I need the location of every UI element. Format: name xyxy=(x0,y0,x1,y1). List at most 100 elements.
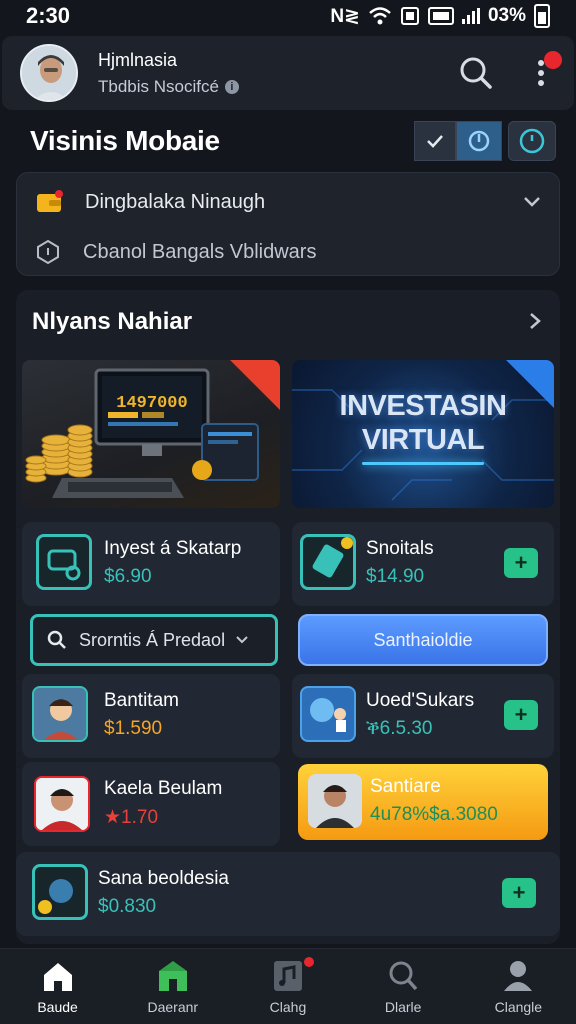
nav-item-profile[interactable]: Clangle xyxy=(468,959,568,1015)
wifi-icon xyxy=(369,7,391,25)
card-title: Bantitam xyxy=(104,690,179,711)
filter-label-secondary: Cbanol Bangals Vblidwars xyxy=(83,240,317,263)
compass-icon xyxy=(468,130,490,152)
card-title: Uoed'Sukars xyxy=(366,690,475,711)
card-title: Inyest á Skatarp xyxy=(104,538,242,559)
music-icon xyxy=(273,960,302,991)
banner-amount: 1497000 xyxy=(116,394,188,413)
nav-label: Daeranr xyxy=(147,998,199,1015)
network-indicator: N≷ xyxy=(330,5,360,27)
card-title: Sana beoldesia xyxy=(98,868,229,889)
chevron-down-icon xyxy=(236,636,248,644)
section-title: Nlyans Nahiar xyxy=(32,308,193,335)
battery-percent: 03% xyxy=(487,5,526,26)
filter-label-primary: Dingbalaka Ninaugh xyxy=(85,190,266,213)
signal-icon xyxy=(461,8,480,24)
profile-name: Hjmlnasia xyxy=(98,49,178,70)
product-card[interactable]: Inyest á Skatarp $6.90 xyxy=(22,522,280,606)
filter-row-primary[interactable]: Dingbalaka Ninaugh xyxy=(35,177,541,227)
profile-info: Hjmlnasia Tbdbis Nsocifcé i xyxy=(98,50,456,97)
product-card[interactable]: Bantitam $1.590 xyxy=(22,674,280,758)
view-toggle xyxy=(414,121,556,161)
search-label: Srorntis Á Predaol xyxy=(79,629,226,650)
notification-badge xyxy=(303,956,314,967)
card-title: Snoitals xyxy=(366,538,434,559)
chevron-right-icon[interactable] xyxy=(524,310,546,332)
card-price: $0.830 xyxy=(98,896,157,917)
nav-label: Clangle xyxy=(494,998,543,1015)
grid-view-button[interactable] xyxy=(456,121,502,161)
filter-row-secondary[interactable]: Cbanol Bangals Vblidwars xyxy=(35,227,541,277)
nav-label: Dlarle xyxy=(384,998,422,1015)
globe-icon xyxy=(32,864,88,920)
avatar-photo xyxy=(32,686,88,742)
card-price: ቕ6.5.30 xyxy=(366,718,433,739)
banner-title-line2: VIRTUAL xyxy=(361,424,485,456)
robot-icon xyxy=(300,686,356,742)
card-title: Kaela Beulam xyxy=(104,778,223,799)
more-menu-button[interactable] xyxy=(526,51,562,93)
product-card[interactable]: Kaela Beulam ★1.70 xyxy=(22,762,280,846)
profile-icon xyxy=(504,960,533,991)
primary-action-button[interactable]: Santhaioldie xyxy=(298,614,548,666)
banner-corner-badge xyxy=(230,360,280,410)
check-icon xyxy=(427,135,443,148)
sim-icon xyxy=(400,7,419,25)
bottom-navigation: Baude Daeranr Clahg Dlarle Clangle xyxy=(0,948,576,1024)
piggy-icon xyxy=(36,534,92,590)
nav-item-store[interactable]: Daeranr xyxy=(123,959,223,1015)
chevron-down-icon xyxy=(524,197,540,207)
card-price: $6.90 xyxy=(104,566,152,587)
status-time: 2:30 xyxy=(26,3,71,28)
banner-glow-line xyxy=(362,462,484,465)
banner-investasin[interactable]: INVESTASIN VIRTUAL xyxy=(292,360,554,508)
check-view-button[interactable] xyxy=(414,121,456,161)
add-button[interactable]: + xyxy=(504,548,538,578)
nav-item-music[interactable]: Clahg xyxy=(238,956,338,1015)
nav-label: Baude xyxy=(37,998,78,1015)
avatar-photo xyxy=(34,776,90,832)
product-card[interactable]: Sana beoldesia $0.830 + xyxy=(16,852,560,936)
avatar-photo xyxy=(308,774,362,828)
search-icon[interactable] xyxy=(456,53,496,93)
nav-item-search[interactable]: Dlarle xyxy=(353,959,453,1015)
search-icon xyxy=(47,630,66,649)
status-bar: 2:30 N≷ 03% xyxy=(0,0,576,32)
timer-icon xyxy=(519,128,545,154)
card-price: ★1.70 xyxy=(104,807,159,828)
timer-button[interactable] xyxy=(508,121,556,161)
store-icon xyxy=(158,960,187,991)
profile-subtitle-text: Tbdbis Nsocifcé xyxy=(98,76,219,96)
banner-computer-coins[interactable]: 1497000 xyxy=(22,360,280,508)
product-section: Nlyans Nahiar 1497000 INVESTASIN VIRTUAL… xyxy=(16,290,560,944)
add-button[interactable]: + xyxy=(504,700,538,730)
profile-subtitle: Tbdbis Nsocifcé i xyxy=(98,77,456,97)
ticket-icon xyxy=(300,534,356,590)
home-icon xyxy=(43,962,72,991)
data-icon xyxy=(427,7,454,25)
wallet-icon xyxy=(37,190,63,212)
card-price: 4u78%$a.3080 xyxy=(370,804,498,825)
status-indicators: N≷ 03% xyxy=(330,4,550,28)
search-icon xyxy=(389,961,418,990)
info-icon[interactable]: i xyxy=(224,79,239,94)
nav-label: Clahg xyxy=(269,998,307,1015)
filter-card: Dingbalaka Ninaugh Cbanol Bangals Vblidw… xyxy=(16,172,560,276)
notification-badge xyxy=(544,51,562,69)
add-button[interactable]: + xyxy=(502,878,536,908)
card-price: $14.90 xyxy=(366,566,425,587)
nav-item-home[interactable]: Baude xyxy=(8,959,108,1015)
avatar[interactable] xyxy=(20,44,78,102)
banner-corner-badge xyxy=(506,360,554,408)
search-input[interactable]: Srorntis Á Predaol xyxy=(30,614,278,666)
product-card[interactable]: Uoed'Sukars ቕ6.5.30 + xyxy=(292,674,554,758)
shield-icon xyxy=(37,239,59,265)
battery-icon xyxy=(534,4,550,28)
card-price: $1.590 xyxy=(104,718,163,739)
app-header: Hjmlnasia Tbdbis Nsocifcé i xyxy=(2,36,574,110)
page-title: Visinis Mobaie xyxy=(30,125,220,156)
page-title-row: Visinis Mobaie xyxy=(30,118,556,164)
card-title: Santiare xyxy=(370,776,441,797)
product-card[interactable]: Snoitals $14.90 + xyxy=(292,522,554,606)
featured-card[interactable]: Santiare 4u78%$a.3080 xyxy=(298,764,548,840)
